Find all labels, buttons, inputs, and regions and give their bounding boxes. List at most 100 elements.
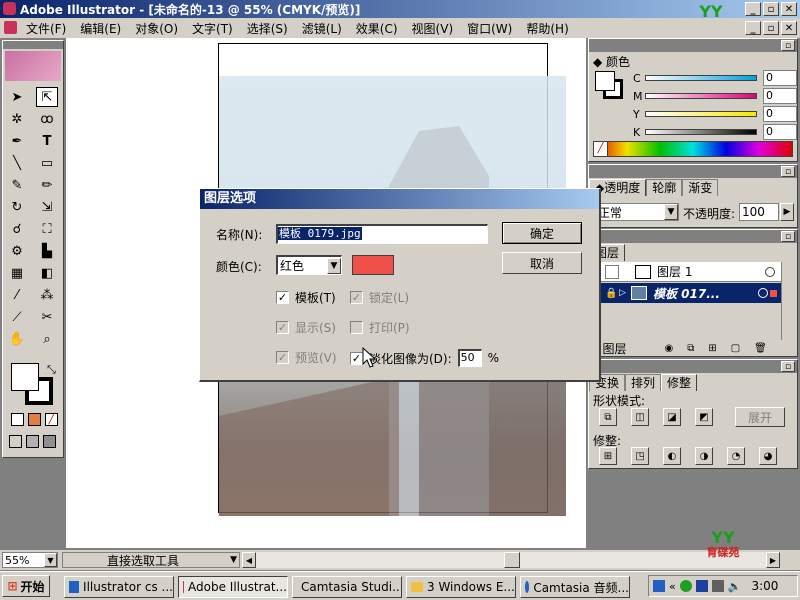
merge-icon[interactable]: ◐	[663, 447, 681, 465]
magenta-slider[interactable]	[645, 93, 757, 99]
chevron-down-icon[interactable]: ▼	[327, 257, 341, 274]
layer-row-template[interactable]: 🔒 ▷ 模板 017...	[591, 283, 781, 303]
lock-option[interactable]: ✓ 锁定(L)	[350, 289, 409, 306]
lock-toggle[interactable]	[605, 264, 619, 279]
graph-tool-icon[interactable]: ▙	[36, 241, 58, 261]
lasso-icon[interactable]: ꝏ	[36, 109, 58, 129]
tab-gradient[interactable]: 渐变	[682, 179, 719, 196]
menu-select[interactable]: 选择(S)	[245, 20, 290, 37]
transparency-panel-close-button[interactable]: ▫	[781, 166, 795, 177]
color-fill-swatch[interactable]	[595, 71, 615, 91]
menu-help[interactable]: 帮助(H)	[524, 20, 570, 37]
show-checkbox[interactable]: ✓	[276, 321, 289, 334]
full-screen-icon[interactable]	[43, 435, 56, 448]
cyan-value[interactable]: 0	[763, 70, 797, 86]
ok-button[interactable]: 确定	[502, 222, 582, 244]
divide-icon[interactable]: ⊞	[599, 447, 617, 465]
menu-edit[interactable]: 编辑(E)	[78, 20, 123, 37]
preview-option[interactable]: ✓ 预览(V)	[276, 349, 337, 366]
fill-swatch[interactable]	[11, 363, 39, 391]
swap-arrows-icon[interactable]: ⤡	[47, 363, 56, 377]
magenta-value[interactable]: 0	[763, 88, 797, 104]
target-icon[interactable]	[765, 266, 775, 277]
color-panel-grip[interactable]	[589, 39, 797, 52]
status-dropdown-icon[interactable]: ▼	[230, 555, 239, 565]
show-option[interactable]: ✓ 显示(S)	[276, 319, 336, 336]
free-transform-icon[interactable]: ⛶	[36, 219, 58, 239]
color-mode-icon[interactable]	[11, 413, 24, 426]
scroll-left-icon[interactable]: ◀	[242, 552, 256, 568]
template-checkbox[interactable]: ✓	[276, 291, 289, 304]
task-camtasia-studio[interactable]: Camtasia Studi...	[292, 576, 402, 598]
yellow-value[interactable]: 0	[763, 106, 797, 122]
doc-close-button[interactable]: ✕	[781, 21, 797, 35]
clipping-mask-icon[interactable]: ⧉	[687, 343, 694, 354]
add-shape-icon[interactable]: ⧉	[599, 408, 617, 426]
doc-icon[interactable]	[4, 21, 17, 34]
gradient-tool-icon[interactable]: ◧	[36, 263, 58, 283]
color-select[interactable]: 红色 ▼	[276, 255, 342, 275]
chevron-down-icon[interactable]: ▼	[44, 553, 57, 567]
start-button[interactable]: ⊞ 开始	[2, 575, 50, 597]
expand-button[interactable]: 展开	[735, 407, 785, 427]
pathfinder-panel-grip[interactable]	[589, 360, 797, 373]
new-layer-icon[interactable]: ▢	[731, 343, 740, 354]
minus-back-icon[interactable]: ◕	[759, 447, 777, 465]
menu-filter[interactable]: 滤镜(L)	[300, 20, 344, 37]
crop-icon[interactable]: ◑	[695, 447, 713, 465]
selection-tool-icon[interactable]: ➤	[6, 87, 28, 107]
tray-expand-icon[interactable]: «	[669, 580, 676, 593]
trash-icon[interactable]: 🗑	[754, 343, 767, 354]
warp-tool-icon[interactable]: ☌	[6, 219, 28, 239]
opacity-field[interactable]: 100	[739, 203, 779, 221]
preview-checkbox[interactable]: ✓	[276, 351, 289, 364]
menu-window[interactable]: 窗口(W)	[465, 20, 514, 37]
menu-type[interactable]: 文字(T)	[190, 20, 235, 37]
tab-stroke[interactable]: 轮廓	[646, 179, 683, 196]
subtract-shape-icon[interactable]: ◫	[631, 408, 649, 426]
app-icon[interactable]	[3, 2, 16, 15]
zoom-tool-icon[interactable]: ⌕	[36, 329, 58, 349]
paintbrush-icon[interactable]: ✎	[6, 175, 28, 195]
opacity-arrow-icon[interactable]: ▶	[780, 203, 794, 221]
gradient-mode-icon[interactable]	[28, 413, 41, 426]
outline-icon[interactable]: ◔	[727, 447, 745, 465]
print-option[interactable]: 打印(P)	[350, 319, 410, 336]
doc-restore-button[interactable]: ▫	[763, 21, 779, 35]
blend-tool-icon[interactable]: ⁂	[36, 285, 58, 305]
blend-mode-select[interactable]: 正常 ▼	[593, 203, 679, 221]
transparency-panel-grip[interactable]	[589, 165, 797, 178]
scroll-thumb[interactable]	[504, 552, 520, 568]
tray-green-icon[interactable]	[679, 580, 692, 592]
layers-panel-grip[interactable]	[589, 230, 797, 243]
tray-network-icon[interactable]	[695, 580, 708, 592]
intersect-shape-icon[interactable]: ◪	[663, 408, 681, 426]
lock-icon[interactable]: 🔒	[605, 288, 619, 299]
rotate-tool-icon[interactable]: ↻	[6, 197, 28, 217]
yellow-slider[interactable]	[645, 111, 757, 117]
standard-screen-icon[interactable]	[9, 435, 22, 448]
none-color-icon[interactable]: ╱	[594, 142, 608, 156]
cancel-button[interactable]: 取消	[502, 252, 582, 274]
pathfinder-panel-close-button[interactable]: ▫	[781, 361, 795, 372]
scale-tool-icon[interactable]: ⇲	[36, 197, 58, 217]
minimize-button[interactable]: _	[745, 2, 761, 16]
full-screen-menu-icon[interactable]	[26, 435, 39, 448]
task-camtasia-audio[interactable]: Camtasia 音频...	[520, 576, 630, 598]
tray-monitor-icon[interactable]	[711, 580, 724, 592]
color-panel-close-button[interactable]: ▫	[781, 40, 795, 51]
scroll-right-icon[interactable]: ▶	[766, 552, 780, 568]
color-panel-tab[interactable]: ◆ 颜色	[593, 53, 630, 70]
lock-checkbox[interactable]: ✓	[350, 291, 363, 304]
dim-value-field[interactable]: 50	[457, 349, 482, 367]
pen-tool-icon[interactable]: ✒	[6, 131, 28, 151]
zoom-select[interactable]: 55% ▼	[2, 552, 58, 568]
task-windows-explorer[interactable]: 3 Windows E...	[406, 576, 516, 598]
none-mode-icon[interactable]: ╱	[45, 413, 58, 426]
chevron-down-icon[interactable]: ▼	[664, 204, 678, 220]
scissors-icon[interactable]: ✂	[36, 307, 58, 327]
template-target-icon[interactable]	[758, 288, 768, 298]
rectangle-tool-icon[interactable]: ▭	[36, 153, 58, 173]
horizontal-scrollbar[interactable]	[256, 552, 766, 568]
template-option[interactable]: ✓ 模板(T)	[276, 289, 336, 306]
